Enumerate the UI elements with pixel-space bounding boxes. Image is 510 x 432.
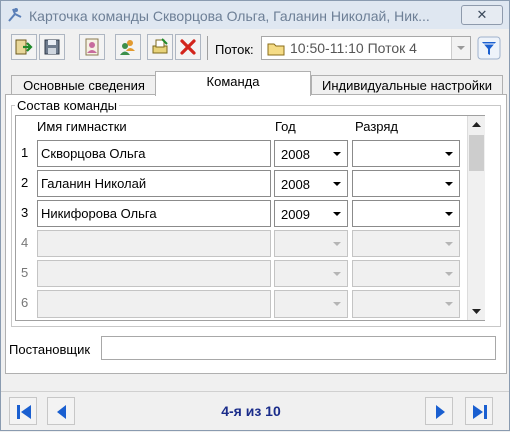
- year-value: 2009: [281, 207, 310, 222]
- grid-scrollbar[interactable]: [467, 116, 485, 320]
- column-header-name: Имя гимнастки: [37, 119, 127, 134]
- row-number: 5: [21, 265, 29, 280]
- close-button[interactable]: ✕: [461, 5, 503, 25]
- first-icon: [17, 405, 31, 419]
- flow-value: 10:50-11:10 Поток 4: [290, 40, 417, 56]
- author-field[interactable]: [101, 336, 496, 360]
- window: Карточка команды Скворцова Ольга, Галани…: [0, 0, 510, 431]
- row-number: 2: [21, 175, 29, 190]
- year-select[interactable]: [274, 230, 348, 257]
- exit-button[interactable]: [11, 34, 37, 60]
- gymnast-name-field[interactable]: [37, 230, 271, 257]
- last-icon: [473, 405, 487, 419]
- gymnast-app-icon: [8, 8, 22, 22]
- column-header-rank: Разряд: [355, 119, 398, 134]
- chevron-down-icon[interactable]: [440, 262, 458, 285]
- rank-select[interactable]: [352, 230, 460, 257]
- previous-icon: [57, 405, 66, 419]
- chevron-down-icon[interactable]: [451, 37, 470, 59]
- chevron-down-icon[interactable]: [328, 232, 346, 255]
- year-value: 2008: [281, 147, 310, 162]
- year-value: 2008: [281, 177, 310, 192]
- rank-select[interactable]: [352, 260, 460, 287]
- tab-main-info[interactable]: Основные сведения: [11, 75, 157, 95]
- next-record-button[interactable]: [425, 397, 453, 425]
- exit-icon: [15, 39, 33, 55]
- gymnast-name-field[interactable]: Галанин Николай: [37, 170, 271, 197]
- rank-select[interactable]: [352, 140, 460, 167]
- previous-record-button[interactable]: [47, 397, 75, 425]
- chevron-down-icon[interactable]: [440, 292, 458, 315]
- folder-icon: [267, 43, 285, 56]
- window-title: Карточка команды Скворцова Ольга, Галани…: [29, 8, 430, 24]
- chevron-down-icon[interactable]: [440, 232, 458, 255]
- first-record-button[interactable]: [9, 397, 37, 425]
- tab-individual-settings[interactable]: Индивидуальные настройки: [311, 75, 503, 95]
- gymnast-name-field[interactable]: Никифорова Ольга: [37, 200, 271, 227]
- users-icon: [120, 40, 135, 55]
- record-navigator: 4-я из 10: [1, 391, 509, 432]
- chevron-down-icon[interactable]: [440, 172, 458, 195]
- filter-icon: [477, 36, 501, 60]
- chevron-down-icon[interactable]: [328, 142, 346, 165]
- row-number: 6: [21, 295, 29, 310]
- gymnast-name-field[interactable]: [37, 290, 271, 318]
- save-icon: [44, 39, 60, 55]
- rank-select[interactable]: [352, 290, 460, 318]
- chevron-down-icon[interactable]: [328, 172, 346, 195]
- author-label: Постановщик: [9, 342, 91, 357]
- next-icon: [436, 405, 445, 419]
- column-header-year: Год: [275, 119, 296, 134]
- rank-select[interactable]: [352, 170, 460, 197]
- chevron-down-icon[interactable]: [440, 202, 458, 225]
- year-select[interactable]: 2008: [274, 140, 348, 167]
- gymnast-name-field[interactable]: [37, 260, 271, 287]
- chevron-down-icon[interactable]: [328, 292, 346, 315]
- delete-button[interactable]: [175, 34, 201, 60]
- title-bar: Карточка команды Скворцова Ольга, Галани…: [1, 1, 509, 29]
- tab-team[interactable]: Команда: [155, 71, 311, 96]
- print-button[interactable]: [147, 34, 173, 60]
- flow-label: Поток:: [215, 42, 254, 57]
- row-number: 3: [21, 205, 29, 220]
- save-button[interactable]: [39, 34, 65, 60]
- team-group-label: Состав команды: [15, 98, 120, 113]
- row-number: 1: [21, 145, 29, 160]
- print-icon: [152, 38, 168, 54]
- year-select[interactable]: [274, 290, 348, 318]
- year-select[interactable]: 2009: [274, 200, 348, 227]
- card-button[interactable]: [79, 34, 105, 60]
- users-button[interactable]: [115, 34, 141, 60]
- person-card-icon: [85, 38, 99, 56]
- record-counter: 4-я из 10: [221, 403, 281, 419]
- chevron-down-icon[interactable]: [328, 202, 346, 225]
- year-select[interactable]: 2008: [274, 170, 348, 197]
- last-record-button[interactable]: [465, 397, 493, 425]
- scroll-up-icon[interactable]: [468, 116, 485, 133]
- gymnast-name-field[interactable]: Скворцова Ольга: [37, 140, 271, 167]
- filter-button[interactable]: [477, 36, 501, 60]
- toolbar: Поток: 10:50-11:10 Поток 4: [1, 30, 509, 66]
- scroll-thumb[interactable]: [469, 135, 484, 171]
- year-select[interactable]: [274, 260, 348, 287]
- rank-select[interactable]: [352, 200, 460, 227]
- row-number: 4: [21, 235, 29, 250]
- flow-select[interactable]: 10:50-11:10 Поток 4: [261, 36, 471, 60]
- delete-icon: [180, 39, 196, 55]
- chevron-down-icon[interactable]: [328, 262, 346, 285]
- tab-strip: Основные сведения Команда Индивидуальные…: [9, 71, 503, 96]
- chevron-down-icon[interactable]: [440, 142, 458, 165]
- scroll-down-icon[interactable]: [468, 303, 485, 320]
- toolbar-separator: [207, 36, 208, 60]
